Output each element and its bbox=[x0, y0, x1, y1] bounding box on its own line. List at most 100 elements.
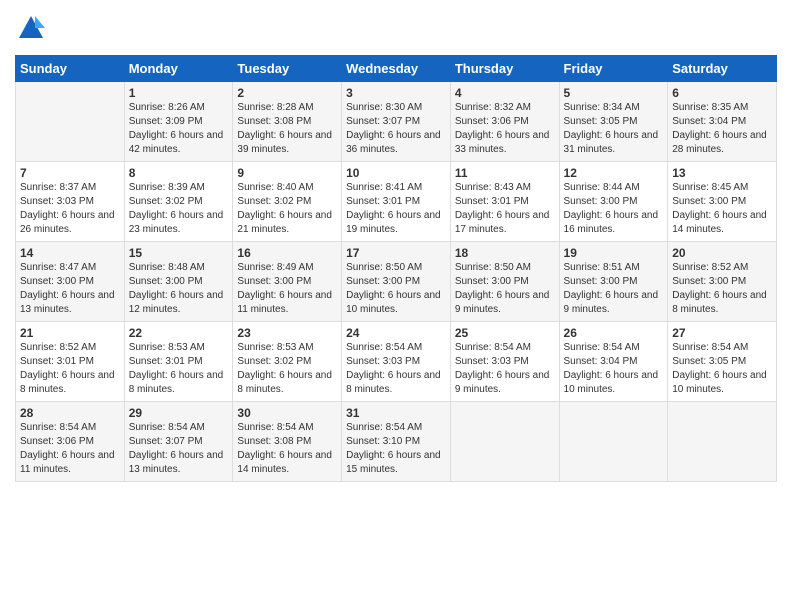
day-info: Sunrise: 8:40 AMSunset: 3:02 PMDaylight:… bbox=[237, 181, 337, 237]
calendar-cell bbox=[16, 82, 125, 162]
day-number: 21 bbox=[20, 326, 120, 340]
calendar-cell: 12Sunrise: 8:44 AMSunset: 3:00 PMDayligh… bbox=[559, 162, 668, 242]
day-number: 15 bbox=[129, 246, 229, 260]
day-info: Sunrise: 8:54 AMSunset: 3:08 PMDaylight:… bbox=[237, 421, 337, 477]
day-info: Sunrise: 8:39 AMSunset: 3:02 PMDaylight:… bbox=[129, 181, 229, 237]
page-container: SundayMondayTuesdayWednesdayThursdayFrid… bbox=[0, 0, 792, 492]
day-info: Sunrise: 8:47 AMSunset: 3:00 PMDaylight:… bbox=[20, 261, 120, 317]
calendar-cell: 31Sunrise: 8:54 AMSunset: 3:10 PMDayligh… bbox=[342, 402, 451, 482]
calendar-cell: 30Sunrise: 8:54 AMSunset: 3:08 PMDayligh… bbox=[233, 402, 342, 482]
day-info: Sunrise: 8:52 AMSunset: 3:00 PMDaylight:… bbox=[672, 261, 772, 317]
column-header-monday: Monday bbox=[124, 56, 233, 82]
day-number: 11 bbox=[455, 166, 555, 180]
day-number: 20 bbox=[672, 246, 772, 260]
day-number: 28 bbox=[20, 406, 120, 420]
calendar-cell: 15Sunrise: 8:48 AMSunset: 3:00 PMDayligh… bbox=[124, 242, 233, 322]
calendar-cell: 5Sunrise: 8:34 AMSunset: 3:05 PMDaylight… bbox=[559, 82, 668, 162]
day-info: Sunrise: 8:34 AMSunset: 3:05 PMDaylight:… bbox=[564, 101, 664, 157]
column-header-saturday: Saturday bbox=[668, 56, 777, 82]
calendar-cell: 21Sunrise: 8:52 AMSunset: 3:01 PMDayligh… bbox=[16, 322, 125, 402]
day-number: 18 bbox=[455, 246, 555, 260]
column-header-friday: Friday bbox=[559, 56, 668, 82]
calendar-cell: 27Sunrise: 8:54 AMSunset: 3:05 PMDayligh… bbox=[668, 322, 777, 402]
calendar-cell: 9Sunrise: 8:40 AMSunset: 3:02 PMDaylight… bbox=[233, 162, 342, 242]
day-number: 16 bbox=[237, 246, 337, 260]
day-number: 10 bbox=[346, 166, 446, 180]
week-row-0: 1Sunrise: 8:26 AMSunset: 3:09 PMDaylight… bbox=[16, 82, 777, 162]
calendar-cell: 14Sunrise: 8:47 AMSunset: 3:00 PMDayligh… bbox=[16, 242, 125, 322]
day-number: 4 bbox=[455, 86, 555, 100]
calendar-cell: 26Sunrise: 8:54 AMSunset: 3:04 PMDayligh… bbox=[559, 322, 668, 402]
calendar-cell: 16Sunrise: 8:49 AMSunset: 3:00 PMDayligh… bbox=[233, 242, 342, 322]
day-number: 8 bbox=[129, 166, 229, 180]
day-info: Sunrise: 8:53 AMSunset: 3:01 PMDaylight:… bbox=[129, 341, 229, 397]
header bbox=[15, 10, 777, 47]
calendar-cell: 23Sunrise: 8:53 AMSunset: 3:02 PMDayligh… bbox=[233, 322, 342, 402]
day-number: 5 bbox=[564, 86, 664, 100]
calendar-cell: 13Sunrise: 8:45 AMSunset: 3:00 PMDayligh… bbox=[668, 162, 777, 242]
calendar-cell bbox=[668, 402, 777, 482]
calendar-body: 1Sunrise: 8:26 AMSunset: 3:09 PMDaylight… bbox=[16, 82, 777, 482]
day-info: Sunrise: 8:54 AMSunset: 3:03 PMDaylight:… bbox=[455, 341, 555, 397]
day-info: Sunrise: 8:54 AMSunset: 3:03 PMDaylight:… bbox=[346, 341, 446, 397]
calendar-cell: 29Sunrise: 8:54 AMSunset: 3:07 PMDayligh… bbox=[124, 402, 233, 482]
calendar-cell: 10Sunrise: 8:41 AMSunset: 3:01 PMDayligh… bbox=[342, 162, 451, 242]
day-info: Sunrise: 8:54 AMSunset: 3:07 PMDaylight:… bbox=[129, 421, 229, 477]
day-info: Sunrise: 8:54 AMSunset: 3:05 PMDaylight:… bbox=[672, 341, 772, 397]
day-info: Sunrise: 8:35 AMSunset: 3:04 PMDaylight:… bbox=[672, 101, 772, 157]
logo bbox=[15, 14, 45, 47]
calendar-header: SundayMondayTuesdayWednesdayThursdayFrid… bbox=[16, 56, 777, 82]
column-header-sunday: Sunday bbox=[16, 56, 125, 82]
calendar-cell: 8Sunrise: 8:39 AMSunset: 3:02 PMDaylight… bbox=[124, 162, 233, 242]
column-header-tuesday: Tuesday bbox=[233, 56, 342, 82]
week-row-1: 7Sunrise: 8:37 AMSunset: 3:03 PMDaylight… bbox=[16, 162, 777, 242]
logo-icon bbox=[17, 14, 45, 42]
day-number: 31 bbox=[346, 406, 446, 420]
calendar-cell: 18Sunrise: 8:50 AMSunset: 3:00 PMDayligh… bbox=[450, 242, 559, 322]
day-number: 30 bbox=[237, 406, 337, 420]
day-number: 9 bbox=[237, 166, 337, 180]
day-info: Sunrise: 8:45 AMSunset: 3:00 PMDaylight:… bbox=[672, 181, 772, 237]
day-info: Sunrise: 8:50 AMSunset: 3:00 PMDaylight:… bbox=[455, 261, 555, 317]
day-info: Sunrise: 8:53 AMSunset: 3:02 PMDaylight:… bbox=[237, 341, 337, 397]
day-number: 19 bbox=[564, 246, 664, 260]
header-row: SundayMondayTuesdayWednesdayThursdayFrid… bbox=[16, 56, 777, 82]
week-row-4: 28Sunrise: 8:54 AMSunset: 3:06 PMDayligh… bbox=[16, 402, 777, 482]
day-info: Sunrise: 8:26 AMSunset: 3:09 PMDaylight:… bbox=[129, 101, 229, 157]
calendar-cell: 17Sunrise: 8:50 AMSunset: 3:00 PMDayligh… bbox=[342, 242, 451, 322]
day-info: Sunrise: 8:32 AMSunset: 3:06 PMDaylight:… bbox=[455, 101, 555, 157]
day-info: Sunrise: 8:41 AMSunset: 3:01 PMDaylight:… bbox=[346, 181, 446, 237]
day-number: 14 bbox=[20, 246, 120, 260]
calendar-cell: 1Sunrise: 8:26 AMSunset: 3:09 PMDaylight… bbox=[124, 82, 233, 162]
day-info: Sunrise: 8:54 AMSunset: 3:10 PMDaylight:… bbox=[346, 421, 446, 477]
day-info: Sunrise: 8:44 AMSunset: 3:00 PMDaylight:… bbox=[564, 181, 664, 237]
calendar-cell: 6Sunrise: 8:35 AMSunset: 3:04 PMDaylight… bbox=[668, 82, 777, 162]
day-info: Sunrise: 8:49 AMSunset: 3:00 PMDaylight:… bbox=[237, 261, 337, 317]
day-number: 24 bbox=[346, 326, 446, 340]
day-number: 29 bbox=[129, 406, 229, 420]
day-info: Sunrise: 8:51 AMSunset: 3:00 PMDaylight:… bbox=[564, 261, 664, 317]
day-number: 7 bbox=[20, 166, 120, 180]
calendar-cell: 7Sunrise: 8:37 AMSunset: 3:03 PMDaylight… bbox=[16, 162, 125, 242]
day-info: Sunrise: 8:37 AMSunset: 3:03 PMDaylight:… bbox=[20, 181, 120, 237]
day-info: Sunrise: 8:30 AMSunset: 3:07 PMDaylight:… bbox=[346, 101, 446, 157]
day-number: 13 bbox=[672, 166, 772, 180]
week-row-2: 14Sunrise: 8:47 AMSunset: 3:00 PMDayligh… bbox=[16, 242, 777, 322]
calendar-cell: 22Sunrise: 8:53 AMSunset: 3:01 PMDayligh… bbox=[124, 322, 233, 402]
day-number: 1 bbox=[129, 86, 229, 100]
day-info: Sunrise: 8:54 AMSunset: 3:06 PMDaylight:… bbox=[20, 421, 120, 477]
day-number: 23 bbox=[237, 326, 337, 340]
calendar-cell: 19Sunrise: 8:51 AMSunset: 3:00 PMDayligh… bbox=[559, 242, 668, 322]
calendar-cell: 24Sunrise: 8:54 AMSunset: 3:03 PMDayligh… bbox=[342, 322, 451, 402]
day-number: 22 bbox=[129, 326, 229, 340]
calendar-cell bbox=[559, 402, 668, 482]
day-number: 26 bbox=[564, 326, 664, 340]
calendar-table: SundayMondayTuesdayWednesdayThursdayFrid… bbox=[15, 55, 777, 482]
day-number: 12 bbox=[564, 166, 664, 180]
day-info: Sunrise: 8:54 AMSunset: 3:04 PMDaylight:… bbox=[564, 341, 664, 397]
calendar-cell: 4Sunrise: 8:32 AMSunset: 3:06 PMDaylight… bbox=[450, 82, 559, 162]
calendar-cell: 3Sunrise: 8:30 AMSunset: 3:07 PMDaylight… bbox=[342, 82, 451, 162]
day-info: Sunrise: 8:50 AMSunset: 3:00 PMDaylight:… bbox=[346, 261, 446, 317]
calendar-cell: 20Sunrise: 8:52 AMSunset: 3:00 PMDayligh… bbox=[668, 242, 777, 322]
day-info: Sunrise: 8:52 AMSunset: 3:01 PMDaylight:… bbox=[20, 341, 120, 397]
